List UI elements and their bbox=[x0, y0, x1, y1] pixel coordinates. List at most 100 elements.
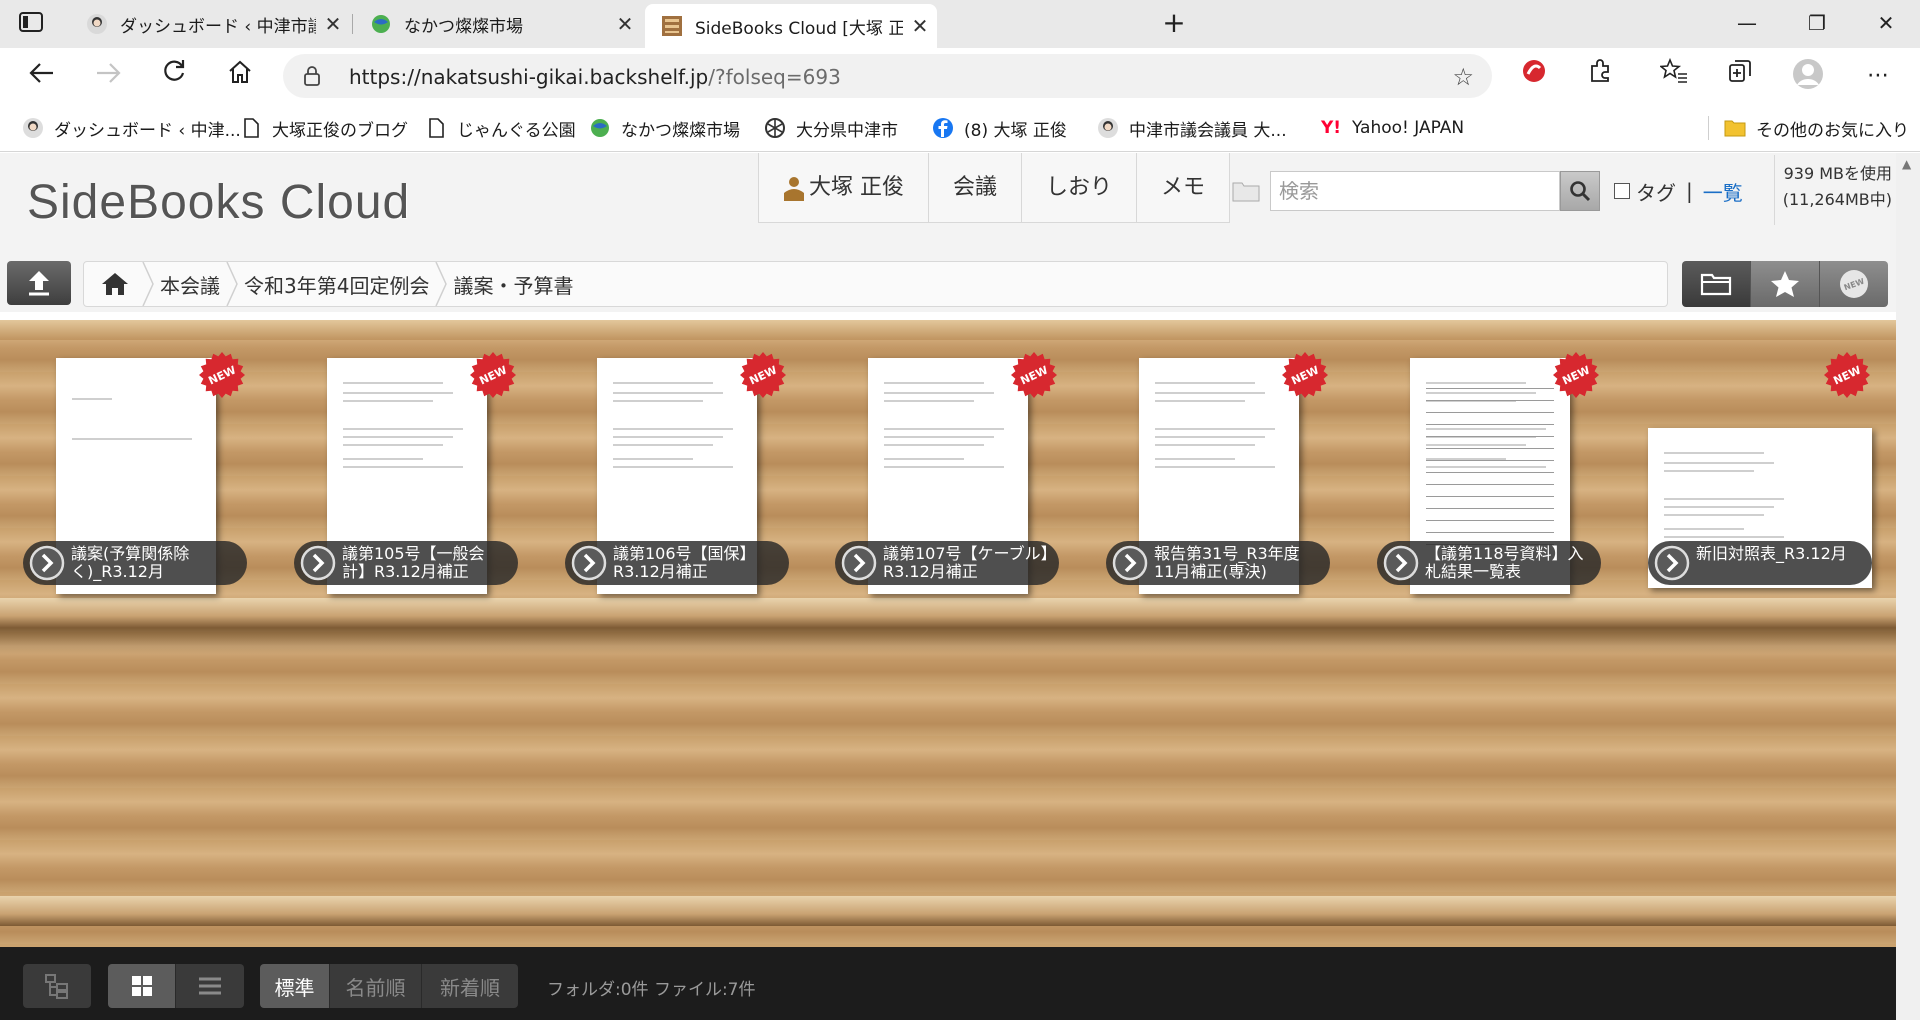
new-badge-icon: NEW bbox=[1840, 270, 1868, 298]
scroll-up-icon[interactable]: ▲ bbox=[1902, 157, 1911, 171]
bookmark-item[interactable]: じゃんぐる公園 bbox=[425, 114, 576, 142]
book-title-label[interactable]: 新旧対照表_R3.12月 bbox=[1648, 541, 1872, 585]
user-icon bbox=[784, 177, 804, 201]
new-tab-icon[interactable]: + bbox=[1158, 8, 1190, 40]
favorite-filter-button[interactable] bbox=[1751, 261, 1820, 307]
breadcrumb-item[interactable]: 令和3年第4回定例会 bbox=[230, 262, 448, 306]
tag-checkbox[interactable] bbox=[1614, 183, 1630, 199]
more-menu-icon[interactable]: ⋯ bbox=[1858, 58, 1898, 94]
folder-scope-icon[interactable] bbox=[1232, 180, 1260, 202]
tab-actions-icon[interactable] bbox=[18, 11, 52, 37]
tab-nakatsu-market[interactable]: なかつ燦燦市場 ✕ bbox=[354, 4, 642, 44]
window-close-icon[interactable]: ✕ bbox=[1863, 8, 1909, 40]
new-badge-icon: NEW bbox=[1282, 352, 1328, 398]
other-favorites-folder[interactable]: その他のお気に入り bbox=[1724, 114, 1909, 142]
menu-memo[interactable]: メモ bbox=[1137, 153, 1229, 223]
menu-bookmark[interactable]: しおり bbox=[1022, 153, 1138, 223]
book-title-label[interactable]: 報告第31号_R3年度11月補正(専決) bbox=[1106, 541, 1330, 585]
main-menu: 大塚 正俊 会議 しおり メモ bbox=[758, 153, 1231, 223]
tab-sidebooks-active[interactable]: SideBooks Cloud [大塚 正俊] 議案 ✕ bbox=[645, 4, 937, 48]
chevron-right-icon[interactable] bbox=[1654, 545, 1690, 581]
chevron-right-icon[interactable] bbox=[1383, 545, 1419, 581]
chevron-right-icon[interactable] bbox=[29, 545, 65, 581]
add-favorite-icon[interactable]: ☆ bbox=[1452, 63, 1474, 91]
chevron-right-icon[interactable] bbox=[571, 545, 607, 581]
tree-view-button[interactable] bbox=[23, 964, 91, 1008]
forward-icon[interactable] bbox=[88, 58, 128, 94]
close-tab-icon[interactable]: ✕ bbox=[316, 12, 350, 36]
bookmark-item[interactable]: (8) 大塚 正俊 bbox=[932, 114, 1067, 142]
book-title: 議第107号【ケーブル】R3.12月補正 bbox=[883, 544, 1049, 581]
star-icon bbox=[1771, 271, 1799, 297]
chevron-right-icon[interactable] bbox=[300, 545, 336, 581]
book-title-label[interactable]: 議案(予算関係除く)_R3.12月 bbox=[23, 541, 247, 585]
restore-icon[interactable]: ❐ bbox=[1794, 8, 1840, 40]
lock-icon[interactable] bbox=[303, 66, 321, 86]
facebook-icon bbox=[933, 118, 953, 138]
book-title-label[interactable]: 【議第118号資料】入札結果一覧表 bbox=[1377, 541, 1601, 585]
view-filter-tools: NEW bbox=[1682, 261, 1888, 307]
collections-icon[interactable] bbox=[1720, 58, 1760, 94]
address-bar[interactable]: https://nakatsushi-gikai.backshelf.jp/?f… bbox=[283, 54, 1492, 98]
list-view-button[interactable] bbox=[176, 964, 244, 1008]
list-icon bbox=[199, 977, 221, 995]
url-text: https://nakatsushi-gikai.backshelf.jp/?f… bbox=[349, 65, 841, 89]
bookmark-item[interactable]: 大塚正俊のブログ bbox=[240, 114, 408, 142]
emblem-icon bbox=[765, 118, 785, 138]
yahoo-icon: Y! bbox=[1320, 118, 1342, 138]
bookmark-item[interactable]: 中津市議会議員 大... bbox=[1097, 114, 1287, 142]
back-icon[interactable] bbox=[22, 58, 62, 94]
breadcrumb-bar: 本会議 令和3年第4回定例会 議案・予算書 NEW bbox=[0, 256, 1896, 312]
folder-view-button[interactable] bbox=[1682, 261, 1751, 307]
close-tab-icon[interactable]: ✕ bbox=[608, 12, 642, 36]
up-arrow-icon bbox=[29, 271, 49, 296]
extensions-icon[interactable] bbox=[1580, 58, 1620, 94]
sort-name-button[interactable]: 名前順 bbox=[330, 964, 422, 1008]
sort-new-button[interactable]: 新着順 bbox=[422, 964, 518, 1008]
breadcrumb: 本会議 令和3年第4回定例会 議案・予算書 bbox=[83, 261, 1668, 307]
favorites-icon[interactable] bbox=[1654, 57, 1694, 94]
book-title: 報告第31号_R3年度11月補正(専決) bbox=[1154, 544, 1300, 581]
page-scrollbar[interactable]: ▲ bbox=[1896, 153, 1920, 1020]
new-filter-button[interactable]: NEW bbox=[1820, 261, 1888, 307]
book-title: 議第105号【一般会計】R3.12月補正 bbox=[342, 544, 485, 581]
extension-red-icon[interactable] bbox=[1514, 58, 1554, 94]
bookmark-item[interactable]: Y! Yahoo! JAPAN bbox=[1320, 114, 1464, 142]
new-badge-icon: NEW bbox=[199, 352, 245, 398]
breadcrumb-item-current[interactable]: 議案・予算書 bbox=[439, 262, 583, 306]
tab-dashboard[interactable]: ダッシュボード ‹ 中津市議会議員 大 ✕ bbox=[70, 4, 350, 44]
bookmark-item[interactable]: なかつ燦燦市場 bbox=[589, 114, 740, 142]
menu-meeting[interactable]: 会議 bbox=[929, 153, 1023, 223]
avatar-icon bbox=[1098, 118, 1118, 138]
tree-icon bbox=[45, 974, 68, 999]
refresh-icon[interactable] bbox=[154, 58, 194, 94]
breadcrumb-home[interactable] bbox=[84, 262, 154, 306]
bookmark-item[interactable]: 大分県中津市 bbox=[764, 114, 898, 142]
grid-view-button[interactable] bbox=[108, 964, 176, 1008]
tab-title: ダッシュボード ‹ 中津市議会議員 大 bbox=[120, 16, 316, 37]
menu-user[interactable]: 大塚 正俊 bbox=[759, 153, 929, 223]
list-link[interactable]: 一覧 bbox=[1703, 177, 1743, 206]
tag-filter: タグ | 一覧 bbox=[1614, 177, 1743, 206]
sort-standard-button[interactable]: 標準 bbox=[260, 964, 330, 1008]
book-title-label[interactable]: 議第106号【国保】R3.12月補正 bbox=[565, 541, 789, 585]
bookmark-item[interactable]: ダッシュボード ‹ 中津... bbox=[22, 114, 241, 142]
chevron-right-icon[interactable] bbox=[1112, 545, 1148, 581]
search-button[interactable] bbox=[1560, 171, 1600, 211]
chevron-right-icon[interactable] bbox=[841, 545, 877, 581]
globe-icon bbox=[372, 15, 390, 33]
profile-avatar-icon[interactable] bbox=[1788, 58, 1828, 94]
book-title-label[interactable]: 議第105号【一般会計】R3.12月補正 bbox=[294, 541, 518, 585]
search-input[interactable] bbox=[1270, 171, 1560, 211]
site-logo[interactable]: SideBooks Cloud bbox=[27, 175, 410, 230]
breadcrumb-item[interactable]: 本会議 bbox=[146, 262, 238, 306]
up-folder-button[interactable] bbox=[7, 261, 71, 305]
close-tab-icon[interactable]: ✕ bbox=[903, 14, 937, 38]
minimize-icon[interactable]: — bbox=[1724, 8, 1770, 40]
bookmarks-bar: ダッシュボード ‹ 中津... 大塚正俊のブログ じゃんぐる公園 なかつ燦燦市場… bbox=[0, 104, 1920, 152]
book-title-label[interactable]: 議第107号【ケーブル】R3.12月補正 bbox=[835, 541, 1059, 585]
search-area: タグ | 一覧 bbox=[1232, 171, 1743, 211]
home-icon bbox=[102, 273, 128, 295]
home-icon[interactable] bbox=[220, 58, 260, 94]
book-title: 新旧対照表_R3.12月 bbox=[1696, 544, 1847, 563]
